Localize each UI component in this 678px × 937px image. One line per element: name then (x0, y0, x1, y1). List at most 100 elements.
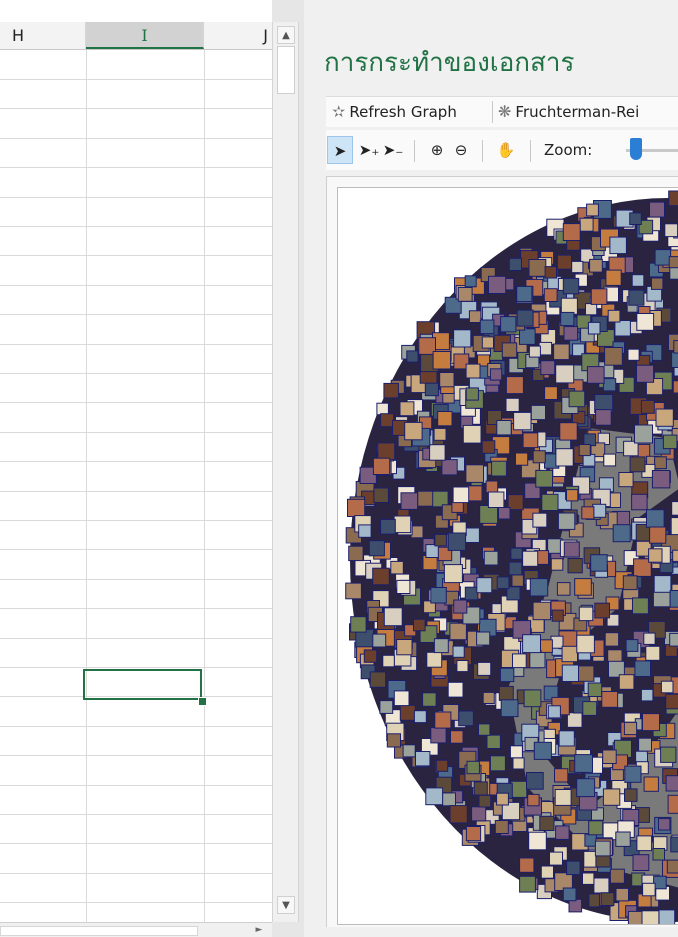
graph-node (425, 544, 440, 559)
graph-node (601, 691, 619, 708)
graph-visualization[interactable] (338, 188, 678, 925)
vertical-scrollbar[interactable]: ▲ ▼ (272, 22, 299, 922)
graph-node (450, 730, 464, 744)
graph-node (489, 368, 503, 381)
graph-node (447, 681, 464, 698)
graph-node (615, 887, 629, 902)
graph-node (372, 457, 391, 476)
graph-node (670, 517, 678, 536)
scroll-down-icon[interactable]: ▼ (277, 896, 295, 914)
graph-node (465, 464, 485, 483)
graph-node (550, 558, 564, 571)
graph-node (449, 805, 468, 824)
graph-node (603, 453, 617, 467)
graph-node (662, 434, 678, 450)
graph-node (609, 868, 625, 884)
graph-node (665, 693, 678, 710)
graph-node (625, 639, 639, 652)
graph-node (632, 597, 649, 615)
graph-node (512, 757, 525, 770)
scroll-right-icon[interactable]: ► (252, 923, 266, 937)
graph-node (540, 865, 555, 879)
horizontal-scroll-thumb[interactable] (0, 926, 198, 936)
graph-node (587, 321, 601, 335)
graph-node (624, 765, 642, 783)
graph-node (457, 287, 473, 302)
graph-canvas[interactable] (337, 187, 678, 925)
graph-node (640, 399, 655, 414)
zoom-slider-thumb[interactable] (630, 138, 642, 160)
graph-node (528, 831, 547, 851)
column-header-h[interactable]: H (0, 22, 86, 49)
graph-node (437, 411, 453, 427)
graph-node (413, 710, 427, 724)
graph-node (532, 512, 548, 528)
graph-node (643, 632, 656, 645)
zoom-out-icon[interactable]: ⊖ (450, 136, 472, 164)
cell-grid[interactable] (0, 50, 272, 922)
graph-node (422, 692, 437, 707)
graph-node (393, 690, 410, 707)
graph-node (529, 578, 549, 597)
horizontal-scrollbar[interactable]: ► (0, 922, 272, 937)
graph-node (555, 364, 575, 384)
fill-handle[interactable] (198, 697, 207, 706)
graph-node (658, 818, 671, 831)
graph-node (602, 378, 617, 392)
graph-node (508, 561, 523, 576)
graph-node (669, 266, 678, 280)
graph-node (574, 754, 593, 773)
layout-dropdown[interactable]: ❋ Fruchterman-Rei (498, 97, 639, 127)
graph-node (487, 491, 505, 508)
graph-node (562, 223, 581, 241)
scroll-up-icon[interactable]: ▲ (277, 26, 295, 44)
graph-node (449, 622, 467, 641)
graph-node (369, 671, 387, 688)
graph-node (594, 840, 611, 857)
column-header-j[interactable]: J (204, 22, 272, 49)
graph-node (380, 518, 396, 535)
vertical-scroll-thumb[interactable] (277, 46, 295, 94)
graph-node (655, 408, 674, 427)
graph-node (600, 892, 615, 907)
graph-node (400, 492, 419, 510)
graph-node (483, 550, 499, 566)
graph-node (622, 575, 638, 591)
graph-node (669, 632, 678, 647)
column-header-i[interactable]: I (86, 22, 204, 49)
graph-node (426, 651, 443, 668)
graph-node (668, 256, 678, 269)
refresh-graph-button[interactable]: ✫ Refresh Graph (332, 97, 457, 127)
selected-cell[interactable] (83, 669, 202, 700)
graph-toolbar: ✫ Refresh Graph ❋ Fruchterman-Rei (326, 96, 678, 127)
toolbar-divider (414, 140, 415, 162)
graph-node (348, 545, 364, 562)
graph-node (592, 503, 607, 518)
zoom-in-icon[interactable]: ⊕ (426, 136, 448, 164)
graph-node (532, 450, 546, 464)
graph-node (669, 590, 678, 608)
graph-node (478, 794, 492, 808)
graph-node (471, 806, 487, 822)
pointer-tool-icon[interactable]: ➤ (327, 136, 353, 164)
graph-node (436, 759, 449, 772)
graph-node (496, 576, 510, 590)
graph-node (612, 524, 631, 543)
column-header-row: H I J (0, 22, 272, 50)
pan-hand-icon[interactable]: ✋ (494, 136, 518, 164)
graph-node (510, 547, 523, 560)
graph-node (547, 705, 561, 719)
graph-node (528, 259, 547, 277)
graph-node (489, 755, 506, 772)
graph-node (638, 737, 653, 752)
graph-node (618, 472, 634, 488)
add-to-selection-icon[interactable]: ➤₊ (358, 136, 380, 164)
graph-node (491, 460, 507, 477)
graph-node (582, 701, 598, 716)
graph-node (568, 390, 586, 408)
tools-toolbar: ➤ ➤₊ ➤₋ ⊕ ⊖ ✋ Zoom: (326, 130, 678, 170)
remove-from-selection-icon[interactable]: ➤₋ (382, 136, 404, 164)
graph-node (671, 501, 678, 516)
graph-node (665, 775, 678, 792)
graph-node (549, 851, 563, 866)
